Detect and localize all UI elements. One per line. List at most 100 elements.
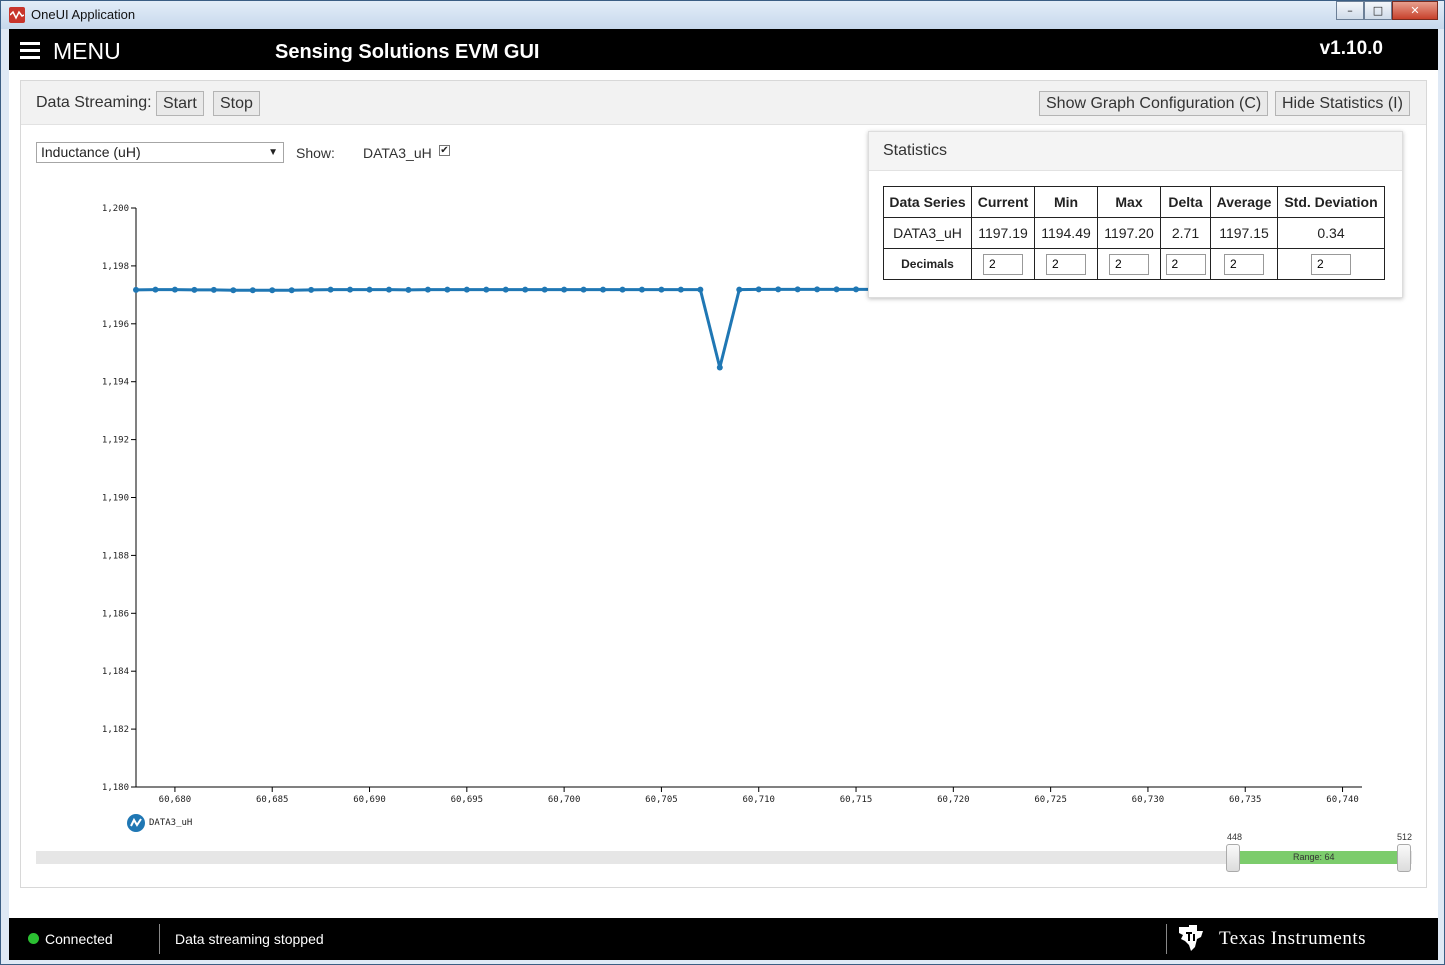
legend-series-icon[interactable]: [127, 814, 145, 832]
y-tick-label: 1,192: [102, 436, 129, 446]
data-point: [755, 286, 762, 293]
legend-series-label[interactable]: DATA3_uH: [149, 818, 192, 828]
x-tick-label: 60,690: [353, 795, 386, 805]
graph-panel: Data Streaming: Start Stop Show Graph Co…: [20, 80, 1427, 888]
x-tick-label: 60,695: [451, 795, 484, 805]
window-titlebar[interactable]: OneUI Application – □ ✕: [1, 1, 1444, 29]
data-point: [463, 286, 470, 293]
x-tick-label: 60,735: [1229, 795, 1262, 805]
statistics-table: Data Series Current Min Max Delta Averag…: [883, 186, 1385, 280]
x-tick-label: 60,730: [1132, 795, 1165, 805]
data-point: [133, 286, 139, 293]
x-tick-label: 60,705: [645, 795, 678, 805]
range-upper-handle[interactable]: [1397, 844, 1411, 872]
range-slider-track[interactable]: Range: 64: [36, 844, 1412, 872]
data-point: [853, 286, 860, 293]
data-point: [483, 286, 490, 293]
col-average: Average: [1210, 186, 1278, 218]
data-point: [736, 286, 743, 293]
cell-current: 1197.19: [971, 217, 1035, 249]
range-size-label: Range: 64: [1293, 852, 1335, 862]
col-delta: Delta: [1160, 186, 1211, 218]
decimals-cell: [971, 248, 1035, 280]
app-window: OneUI Application – □ ✕ MENU Sensing Sol…: [0, 0, 1445, 965]
cell-min: 1194.49: [1034, 217, 1098, 249]
data-point: [541, 286, 548, 293]
minimize-button[interactable]: –: [1336, 1, 1364, 20]
range-slider-selection[interactable]: Range: 64: [1233, 851, 1411, 864]
data-point: [347, 286, 354, 293]
data-point: [794, 286, 801, 293]
col-std-deviation: Std. Deviation: [1277, 186, 1385, 218]
brand-logo-text: Texas Instruments: [1219, 928, 1367, 949]
decimals-input-min[interactable]: [1046, 253, 1086, 275]
data-point: [502, 286, 509, 293]
data-point: [561, 286, 568, 293]
status-bar: Connected Data streaming stopped Texas I…: [9, 918, 1438, 960]
decimals-cell: [1277, 248, 1385, 280]
x-tick-label: 60,725: [1034, 795, 1067, 805]
data-point: [385, 286, 392, 293]
app-body: MENU Sensing Solutions EVM GUI v1.10.0 D…: [9, 29, 1438, 960]
data-point: [405, 286, 412, 293]
data-point: [288, 287, 295, 294]
series-line: [135, 287, 876, 368]
x-tick-label: 60,685: [256, 795, 289, 805]
y-tick-label: 1,182: [102, 725, 129, 735]
x-tick-label: 60,720: [937, 795, 970, 805]
cell-average: 1197.15: [1210, 217, 1278, 249]
close-button[interactable]: ✕: [1392, 1, 1438, 20]
maximize-button[interactable]: □: [1364, 1, 1392, 20]
decimals-cell: [1210, 248, 1278, 280]
data-point: [424, 286, 431, 293]
decimals-input-std-deviation[interactable]: [1311, 253, 1351, 275]
data-point: [327, 286, 334, 293]
x-tick-label: 60,715: [840, 795, 873, 805]
decimals-label: Decimals: [883, 248, 972, 280]
streaming-status: Data streaming stopped: [175, 931, 324, 947]
decimals-input-max[interactable]: [1109, 253, 1149, 275]
hamburger-icon[interactable]: [20, 42, 40, 59]
decimals-row: Decimals: [883, 248, 1385, 280]
range-lower-value: 448: [1227, 832, 1243, 842]
data-point: [210, 286, 217, 293]
window-title: OneUI Application: [31, 7, 136, 22]
data-point: [152, 286, 159, 293]
data-point: [716, 364, 723, 371]
decimals-cell: [1160, 248, 1211, 280]
statistics-header-row: Data Series Current Min Max Delta Averag…: [883, 186, 1385, 218]
data-point: [444, 286, 451, 293]
y-tick-label: 1,184: [102, 667, 129, 677]
data-point: [619, 286, 626, 293]
col-min: Min: [1034, 186, 1098, 218]
y-tick-label: 1,180: [102, 783, 129, 793]
table-row: DATA3_uH 1197.19 1194.49 1197.20 2.71 11…: [883, 217, 1385, 249]
cell-max: 1197.20: [1097, 217, 1161, 249]
x-tick-label: 60,740: [1326, 795, 1359, 805]
app-icon: [9, 7, 25, 23]
data-point: [638, 286, 645, 293]
data-point: [522, 286, 529, 293]
connection-status-icon: [28, 933, 39, 944]
range-lower-handle[interactable]: [1226, 844, 1240, 872]
data-point: [269, 287, 276, 294]
decimals-input-current[interactable]: [983, 253, 1023, 275]
texas-instruments-logo-icon: [1179, 925, 1203, 951]
data-point: [833, 286, 840, 293]
decimals-cell: [1034, 248, 1098, 280]
data-point: [191, 286, 198, 293]
y-tick-label: 1,186: [102, 609, 129, 619]
decimals-cell: [1097, 248, 1161, 280]
data-point: [677, 286, 684, 293]
y-tick-label: 1,196: [102, 320, 129, 330]
app-title: Sensing Solutions EVM GUI: [275, 41, 540, 63]
decimals-input-delta[interactable]: [1165, 253, 1206, 275]
y-tick-label: 1,190: [102, 494, 129, 504]
menu-button[interactable]: MENU: [53, 38, 121, 65]
data-point: [171, 286, 178, 293]
decimals-input-average[interactable]: [1224, 253, 1264, 275]
y-tick-label: 1,194: [102, 378, 129, 388]
col-current: Current: [971, 186, 1035, 218]
data-point: [600, 286, 607, 293]
x-tick-label: 60,700: [548, 795, 581, 805]
